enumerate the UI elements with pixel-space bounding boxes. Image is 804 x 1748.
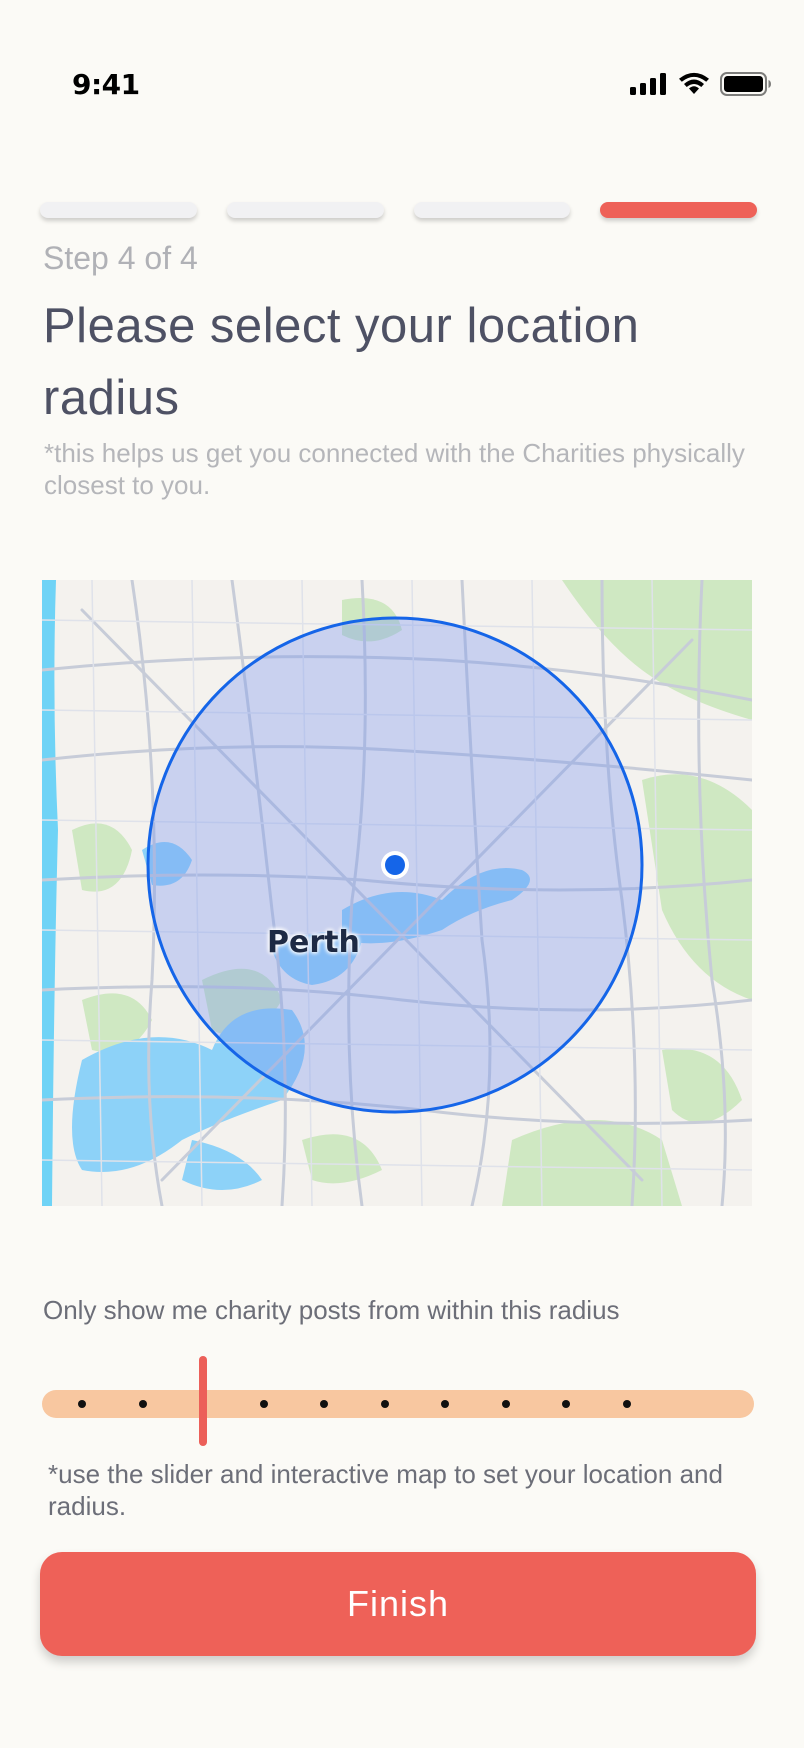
status-icons bbox=[630, 72, 772, 96]
radius-label: Only show me charity posts from within t… bbox=[43, 1295, 620, 1325]
radius-hint: *use the slider and interactive map to s… bbox=[48, 1459, 723, 1521]
location-map[interactable]: Perth bbox=[42, 580, 752, 1206]
slider-stop[interactable] bbox=[259, 1400, 268, 1408]
slider-thumb[interactable] bbox=[199, 1356, 207, 1446]
step-label: Step 4 of 4 bbox=[43, 240, 198, 276]
slider-stop[interactable] bbox=[320, 1400, 328, 1408]
slider-track[interactable] bbox=[42, 1390, 754, 1418]
slider-stop[interactable] bbox=[501, 1400, 510, 1408]
slider-stop[interactable] bbox=[622, 1400, 631, 1408]
page-subtitle: *this helps us get you connected with th… bbox=[44, 438, 745, 500]
slider-stop[interactable] bbox=[380, 1400, 389, 1408]
map-city-label: Perth bbox=[267, 925, 360, 960]
wifi-icon bbox=[679, 72, 709, 94]
radius-slider[interactable] bbox=[42, 1352, 754, 1446]
status-bar: 9:41 bbox=[0, 0, 804, 120]
step-progress bbox=[40, 202, 757, 218]
finish-button[interactable]: Finish bbox=[40, 1552, 756, 1656]
map-canvas[interactable] bbox=[42, 580, 752, 1206]
slider-stop[interactable] bbox=[138, 1400, 147, 1408]
cellular-signal-icon bbox=[630, 73, 666, 95]
progress-segment-4 bbox=[600, 202, 757, 218]
page-title: Please select your location radius bbox=[43, 299, 640, 425]
progress-segment-3 bbox=[413, 202, 571, 218]
progress-segment-1 bbox=[40, 202, 197, 218]
battery-icon bbox=[720, 72, 771, 96]
progress-segment-2 bbox=[226, 202, 384, 218]
slider-stop[interactable] bbox=[78, 1400, 86, 1408]
slider-stop[interactable] bbox=[441, 1400, 449, 1408]
status-time: 9:41 bbox=[72, 68, 140, 101]
slider-stop[interactable] bbox=[562, 1400, 570, 1408]
